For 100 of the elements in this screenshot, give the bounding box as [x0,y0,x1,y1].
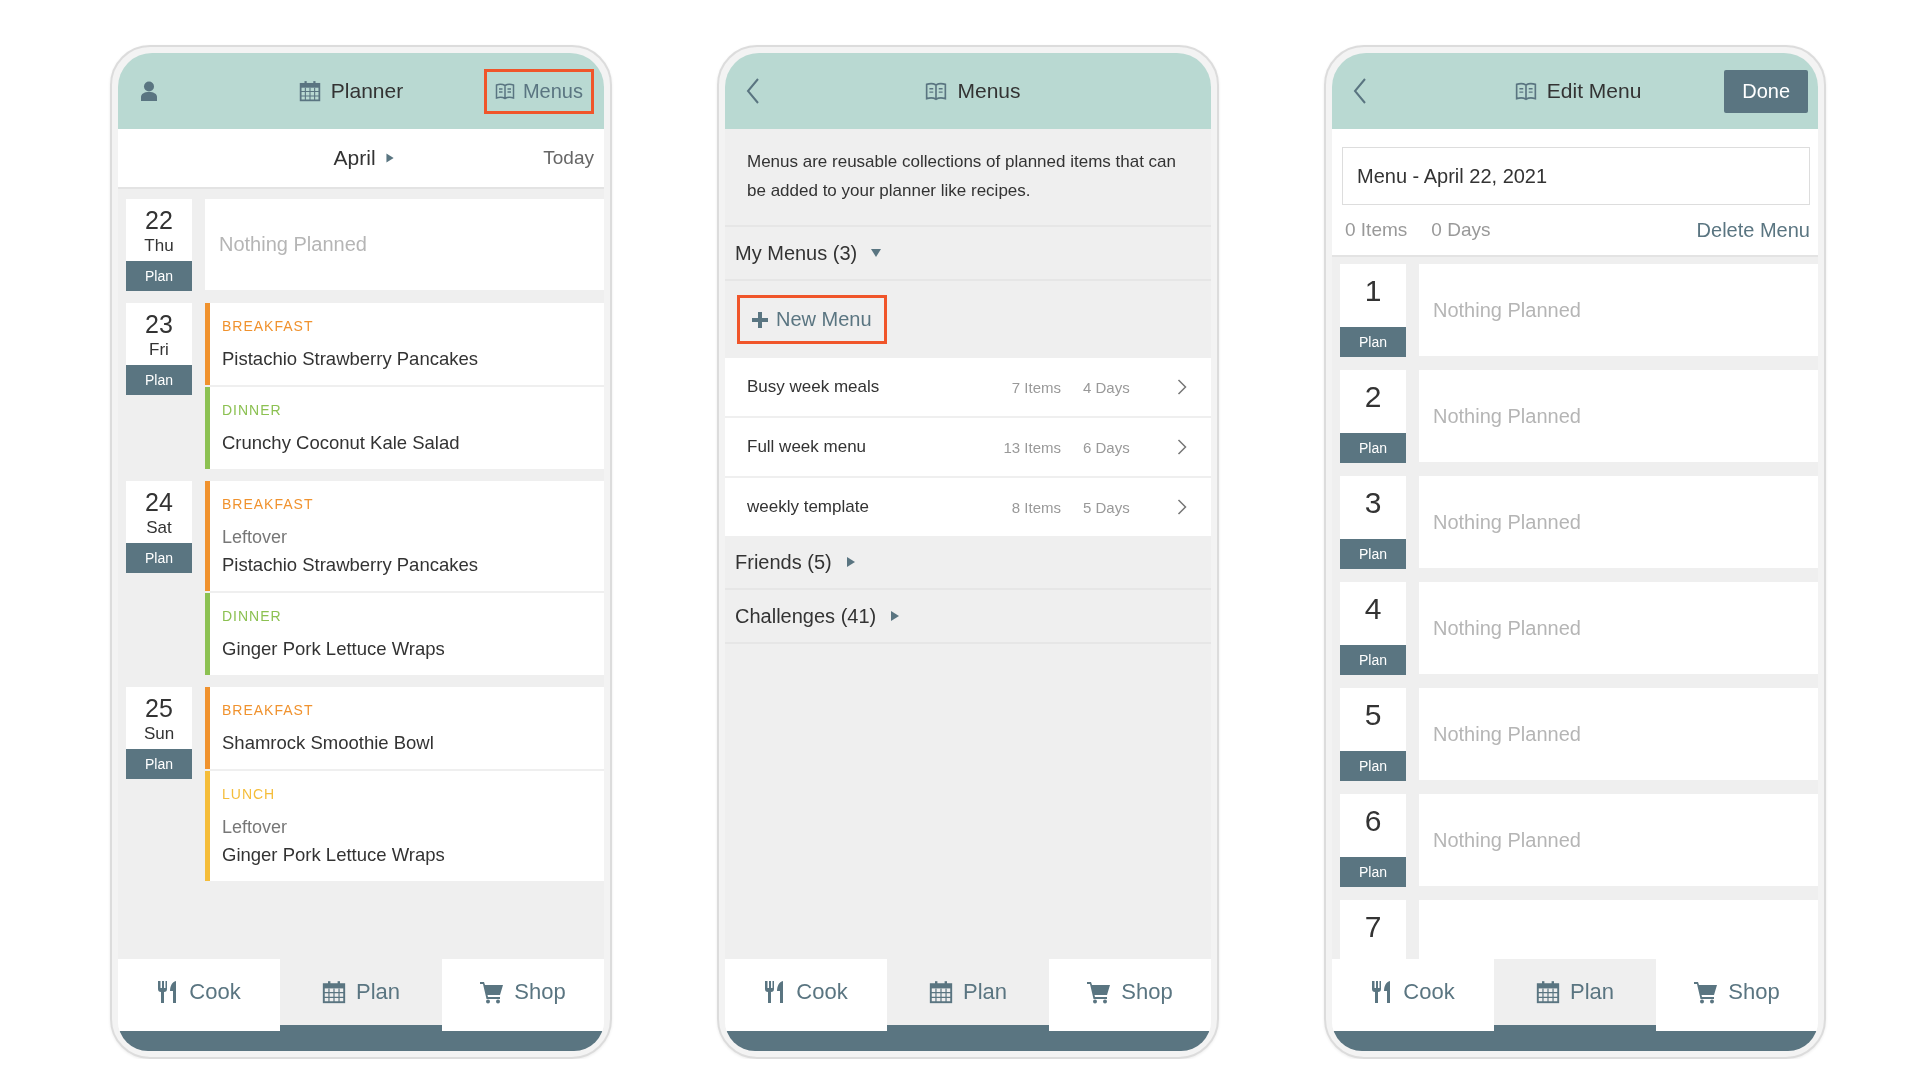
day-count: 4 Days [1083,378,1131,396]
meal-card[interactable]: DINNER Ginger Pork Lettuce Wraps [205,593,604,675]
cart-icon [1694,980,1719,1004]
meal-type-label: BREAKFAST [222,701,315,720]
day-number: 2 [1364,379,1382,415]
weekday-label: Thu [144,235,174,257]
book-icon [494,81,515,101]
plus-icon [752,311,768,328]
menu-name: Busy week meals [747,377,881,397]
meal-card[interactable]: DINNER Crunchy Coconut Kale Salad [205,387,604,469]
item-count: 13 Items [1002,438,1061,456]
day-number: 6 [1364,803,1382,839]
back-icon [745,77,761,105]
day-number: 1 [1364,273,1382,309]
day-number: 5 [1364,697,1382,733]
day-number: 24 [145,487,173,517]
meal-type-label: DINNER [222,607,283,626]
day-number: 3 [1364,485,1382,521]
screen-title: Menus [957,79,1021,103]
item-count: 0 Items [1345,219,1408,241]
meal-type-label: BREAKFAST [222,495,315,514]
expand-triangle-icon [385,153,395,163]
today-link[interactable]: Today [543,147,594,169]
empty-text: Nothing Planned [219,233,367,256]
calendar-icon [298,80,321,102]
recipe-title: Ginger Pork Lettuce Wraps [222,843,445,867]
menu-name: weekly template [747,497,870,517]
cart-icon [480,980,505,1004]
plan-button[interactable]: Plan [1340,857,1406,887]
calendar-icon [928,980,953,1004]
day-number: 7 [1364,909,1382,945]
menu-name-field[interactable]: Menu - April 22, 2021 [1342,147,1810,205]
menus-button[interactable]: Menus [483,68,594,114]
cart-icon [1087,980,1112,1004]
tab[interactable]: Plan [887,959,1049,1031]
plan-button[interactable]: Plan [1340,645,1406,675]
empty-text: Nothing Planned [1433,722,1581,746]
plan-button[interactable]: Plan [1340,751,1406,781]
calendar-icon [321,980,346,1004]
menu-list-item[interactable]: Busy week meals 7 Items 4 Days [725,358,1211,416]
recipe-title: Crunchy Coconut Kale Salad [222,431,460,455]
recipe-title: Ginger Pork Lettuce Wraps [222,637,445,661]
screen-title: Planner [330,79,404,103]
back-icon [1352,77,1368,105]
month-selector[interactable]: April [333,146,395,170]
empty-text: Nothing Planned [1433,828,1581,852]
section-header[interactable]: Friends (5) [725,536,1211,590]
recipe-title: Pistachio Strawberry Pancakes [222,347,479,371]
plan-button[interactable]: Plan [1340,539,1406,569]
day-count: 6 Days [1083,438,1131,456]
calendar-icon [1535,980,1560,1004]
weekday-label: Fri [149,339,169,361]
day-number: 25 [145,693,173,723]
menu-list-item[interactable]: Full week menu 13 Items 6 Days [725,418,1211,476]
done-button[interactable]: Done [1724,69,1808,113]
plan-button[interactable]: Plan [126,543,192,573]
day-count: 0 Days [1431,219,1491,241]
meal-card[interactable]: BREAKFAST Shamrock Smoothie Bowl [205,687,604,769]
empty-text: Nothing Planned [1433,404,1581,428]
meal-type-label: BREAKFAST [222,317,315,336]
plan-button[interactable]: Plan [126,261,192,291]
item-count: 8 Items [1010,498,1061,516]
user-icon [138,80,160,102]
section-header[interactable]: Challenges (41) [725,590,1211,644]
plan-button[interactable]: Plan [1340,433,1406,463]
day-number: 22 [145,205,173,235]
empty-text: Nothing Planned [1433,510,1581,534]
empty-text: Nothing Planned [1433,298,1581,322]
day-number: 23 [145,309,173,339]
book-icon [925,80,948,102]
weekday-label: Sat [146,517,172,539]
leftover-label: Leftover [222,816,289,839]
delete-menu-link[interactable]: Delete Menu [1696,218,1810,242]
plan-button[interactable]: Plan [126,749,192,779]
chevron-right-icon [1177,379,1187,395]
meal-card[interactable]: BREAKFAST Leftover Pistachio Strawberry Pancakes [205,481,604,591]
weekday-label: Sun [143,723,175,745]
chevron-right-icon [1177,439,1187,455]
plan-button[interactable]: Plan [126,365,192,395]
menu-list-item[interactable]: weekly template 8 Items 5 Days [725,478,1211,536]
empty-text: Nothing Planned [1433,616,1581,640]
tab[interactable]: Plan [280,959,442,1031]
section-header[interactable]: My Menus (3) [725,227,1211,281]
item-count: 7 Items [1010,378,1061,396]
new-menu-button[interactable]: New Menu [737,295,887,344]
plan-button[interactable]: Plan [1340,327,1406,357]
book-icon [1514,80,1537,102]
meal-type-label: DINNER [222,401,283,420]
day-count: 5 Days [1083,498,1131,516]
recipe-title: Pistachio Strawberry Pancakes [222,553,479,577]
meal-type-label: LUNCH [222,785,277,804]
leftover-label: Leftover [222,526,289,549]
screen-title: Edit Menu [1546,79,1642,103]
description-text: Menus are reusable collections of planned items that can be added to your planner like recipes. [725,129,1211,227]
chevron-right-icon [1177,499,1187,515]
day-number: 4 [1364,591,1382,627]
meal-card[interactable]: LUNCH Leftover Ginger Pork Lettuce Wraps [205,771,604,881]
tab[interactable]: Plan [1494,959,1656,1031]
menu-name: Full week menu [747,437,868,457]
meal-card[interactable]: BREAKFAST Pistachio Strawberry Pancakes [205,303,604,385]
